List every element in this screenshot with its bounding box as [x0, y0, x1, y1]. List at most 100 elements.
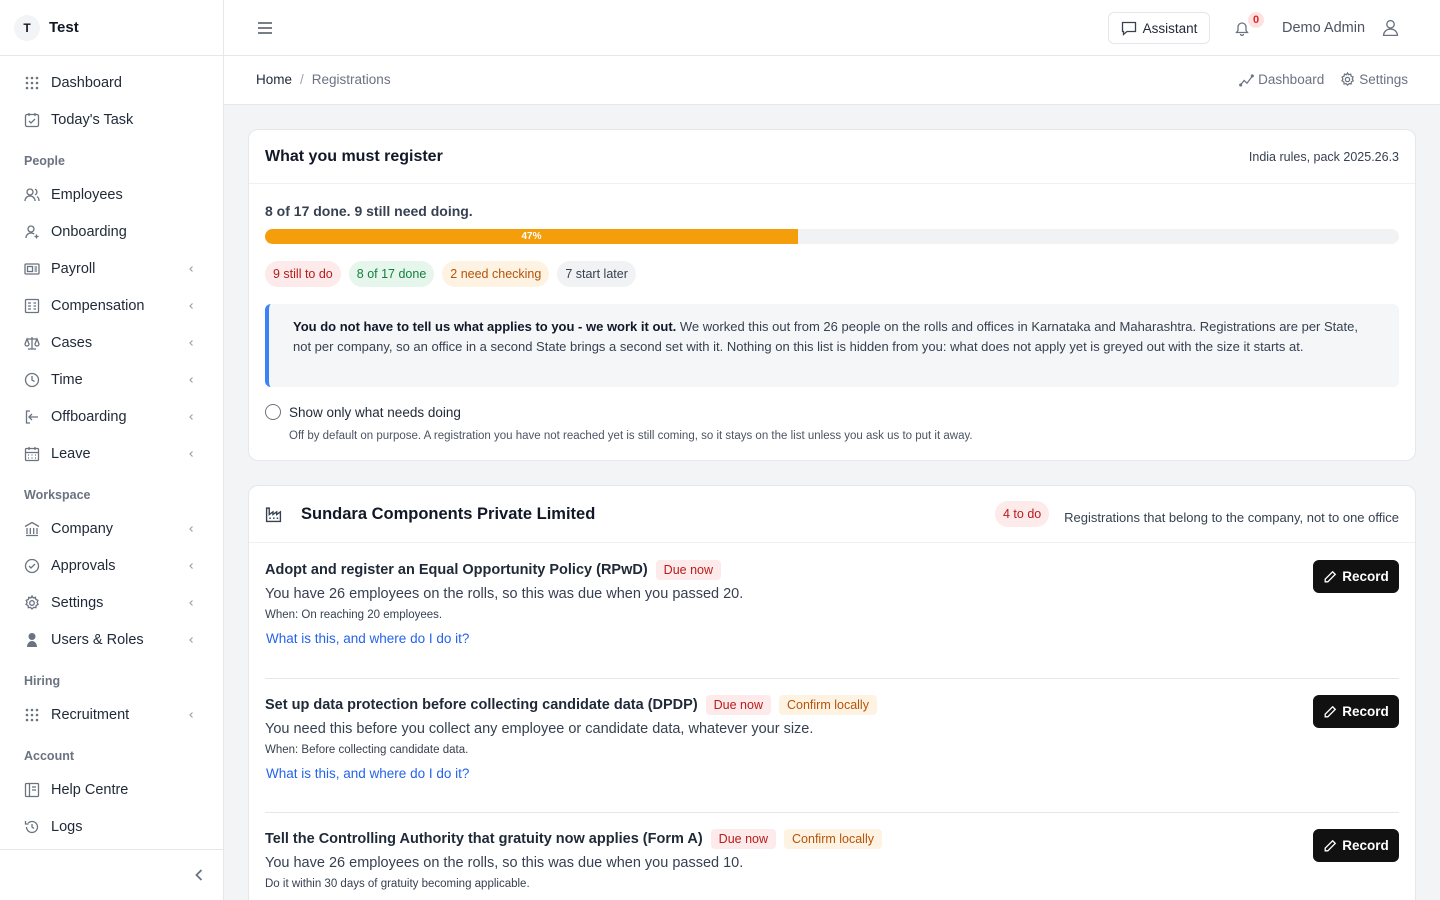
show-only-needs-doing-toggle[interactable]: Show only what needs doing — [265, 404, 461, 420]
sidebar-footer — [0, 849, 223, 900]
sidebar-item-help-centre[interactable]: Help Centre — [0, 771, 223, 808]
sidebar-item-compensation[interactable]: Compensation — [0, 287, 223, 324]
sidebar-item-dashboard[interactable]: Dashboard — [0, 64, 223, 101]
info-callout: You do not have to tell us what applies … — [265, 304, 1399, 387]
payroll-icon — [24, 262, 40, 275]
logout-icon — [25, 409, 38, 424]
scale-icon — [24, 336, 40, 350]
chevron-left-icon — [189, 525, 193, 532]
sidebar-item-label: Time — [51, 371, 83, 388]
due-now-tag: Due now — [710, 829, 777, 849]
sidebar-item-offboarding[interactable]: Offboarding — [0, 398, 223, 435]
sidebar-item-recruitment[interactable]: Recruitment — [0, 696, 223, 733]
record-button[interactable]: Record — [1313, 829, 1399, 862]
due-now-tag: Due now — [705, 695, 771, 715]
rules-pack-label: India rules, pack 2025.26.3 — [1248, 149, 1399, 164]
topbar: Assistant 0 Demo Admin — [224, 0, 1440, 56]
toggle-radio[interactable] — [265, 404, 281, 420]
hamburger-menu-icon[interactable] — [256, 19, 274, 37]
sidebar-item-label: Cases — [51, 334, 93, 351]
sidebar-item-company[interactable]: Company — [0, 510, 223, 547]
sidebar-item-logs[interactable]: Logs — [0, 808, 223, 845]
chevron-left-icon — [189, 339, 193, 346]
sidebar-item-label: Offboarding — [51, 408, 127, 425]
workspace-name: Test — [49, 19, 79, 36]
pill-need-checking[interactable]: 2 need checking — [442, 261, 550, 287]
chevron-left-icon — [189, 636, 193, 643]
task-help-link[interactable]: What is this, and where do I do it? — [266, 766, 1399, 781]
callout-heading: You do not have to tell us what applies … — [293, 319, 677, 334]
pill-start-later[interactable]: 7 start later — [557, 261, 636, 287]
sidebar-item-approvals[interactable]: Approvals — [0, 547, 223, 584]
building-icon — [24, 521, 40, 536]
assistant-button[interactable]: Assistant — [1108, 12, 1210, 44]
company-name: Sundara Components Private Limited — [301, 505, 596, 523]
sidebar-section-workspace: Workspace — [24, 488, 91, 502]
user-name[interactable]: Demo Admin — [1282, 20, 1365, 36]
company-note: Registrations that belong to the company… — [1064, 510, 1399, 525]
confirm-locally-tag: Confirm locally — [784, 829, 882, 849]
record-button-label: Record — [1342, 704, 1389, 719]
sidebar-item-label: Settings — [51, 594, 104, 611]
sidebar: T Test Dashboard Today's Task People Emp… — [0, 0, 224, 900]
pill-still-to-do[interactable]: 9 still to do — [265, 261, 341, 287]
settings-link-label: Settings — [1359, 72, 1408, 87]
sidebar-section-people: People — [24, 154, 65, 168]
gear-icon — [25, 594, 39, 610]
settings-link[interactable]: Settings — [1340, 72, 1408, 87]
sidebar-item-leave[interactable]: Leave — [0, 435, 223, 472]
history-icon — [24, 820, 39, 833]
chevron-left-icon — [189, 302, 193, 309]
chevron-left-icon — [189, 450, 193, 457]
sidebar-item-settings[interactable]: Settings — [0, 584, 223, 621]
record-button[interactable]: Record — [1313, 560, 1399, 593]
sidebar-item-label: Recruitment — [51, 706, 130, 723]
sidebar-item-label: Approvals — [51, 557, 116, 574]
chevron-left-icon — [189, 413, 193, 420]
sidebar-item-cases[interactable]: Cases — [0, 324, 223, 361]
breadcrumb-bar: Home / Registrations Dashboard Settings — [224, 56, 1440, 105]
sidebar-item-onboarding[interactable]: Onboarding — [0, 213, 223, 250]
pencil-icon — [1324, 705, 1337, 717]
sidebar-section-account: Account — [24, 749, 74, 763]
task-title: Adopt and register an Equal Opportunity … — [265, 562, 648, 578]
registration-overview-card: What you must register India rules, pack… — [248, 129, 1416, 461]
task-title-row: Set up data protection before collecting… — [265, 694, 1399, 716]
grid-icon — [25, 76, 39, 89]
sidebar-item-users-roles[interactable]: Users & Roles — [0, 621, 223, 658]
brand[interactable]: T Test — [0, 0, 223, 56]
company-registrations-card: Sundara Components Private Limited 4 to … — [248, 485, 1416, 900]
record-button[interactable]: Record — [1313, 695, 1399, 728]
task-help-link[interactable]: What is this, and where do I do it? — [266, 631, 1399, 646]
toggle-label: Show only what needs doing — [289, 404, 461, 420]
chart-line-icon — [1239, 74, 1255, 87]
check-circle-icon — [24, 558, 40, 573]
progress-bar-fill: 47% — [265, 229, 798, 244]
task-description: You have 26 employees on the rolls, so t… — [265, 855, 744, 871]
gear-icon — [1341, 72, 1355, 86]
breadcrumb-current: Registrations — [311, 72, 391, 87]
calendar-icon — [24, 446, 40, 461]
pencil-icon — [1324, 839, 1337, 851]
users-icon — [24, 187, 40, 201]
assistant-label: Assistant — [1142, 20, 1198, 36]
breadcrumb-home-link[interactable]: Home — [256, 72, 292, 87]
user-icon[interactable] — [1382, 19, 1399, 36]
pill-done[interactable]: 8 of 17 done — [348, 261, 435, 287]
sidebar-item-time[interactable]: Time — [0, 361, 223, 398]
chevron-left-icon — [189, 711, 193, 718]
task-title: Set up data protection before collecting… — [265, 697, 698, 713]
sidebar-item-employees[interactable]: Employees — [0, 176, 223, 213]
collapse-sidebar-icon[interactable] — [191, 867, 207, 883]
sidebar-item-label: Dashboard — [51, 74, 122, 91]
dashboard-link[interactable]: Dashboard — [1239, 72, 1324, 87]
sidebar-nav: Dashboard Today's Task People Employees … — [0, 56, 223, 845]
sidebar-item-payroll[interactable]: Payroll — [0, 250, 223, 287]
chevron-left-icon — [189, 376, 193, 383]
chevron-left-icon — [189, 265, 193, 272]
sidebar-item-label: Leave — [51, 445, 91, 462]
user-plus-icon — [25, 224, 39, 238]
task-when: Do it within 30 days of gratuity becomin… — [265, 878, 530, 890]
sidebar-item-label: Users & Roles — [51, 631, 144, 648]
sidebar-item-todays-task[interactable]: Today's Task — [0, 101, 223, 138]
